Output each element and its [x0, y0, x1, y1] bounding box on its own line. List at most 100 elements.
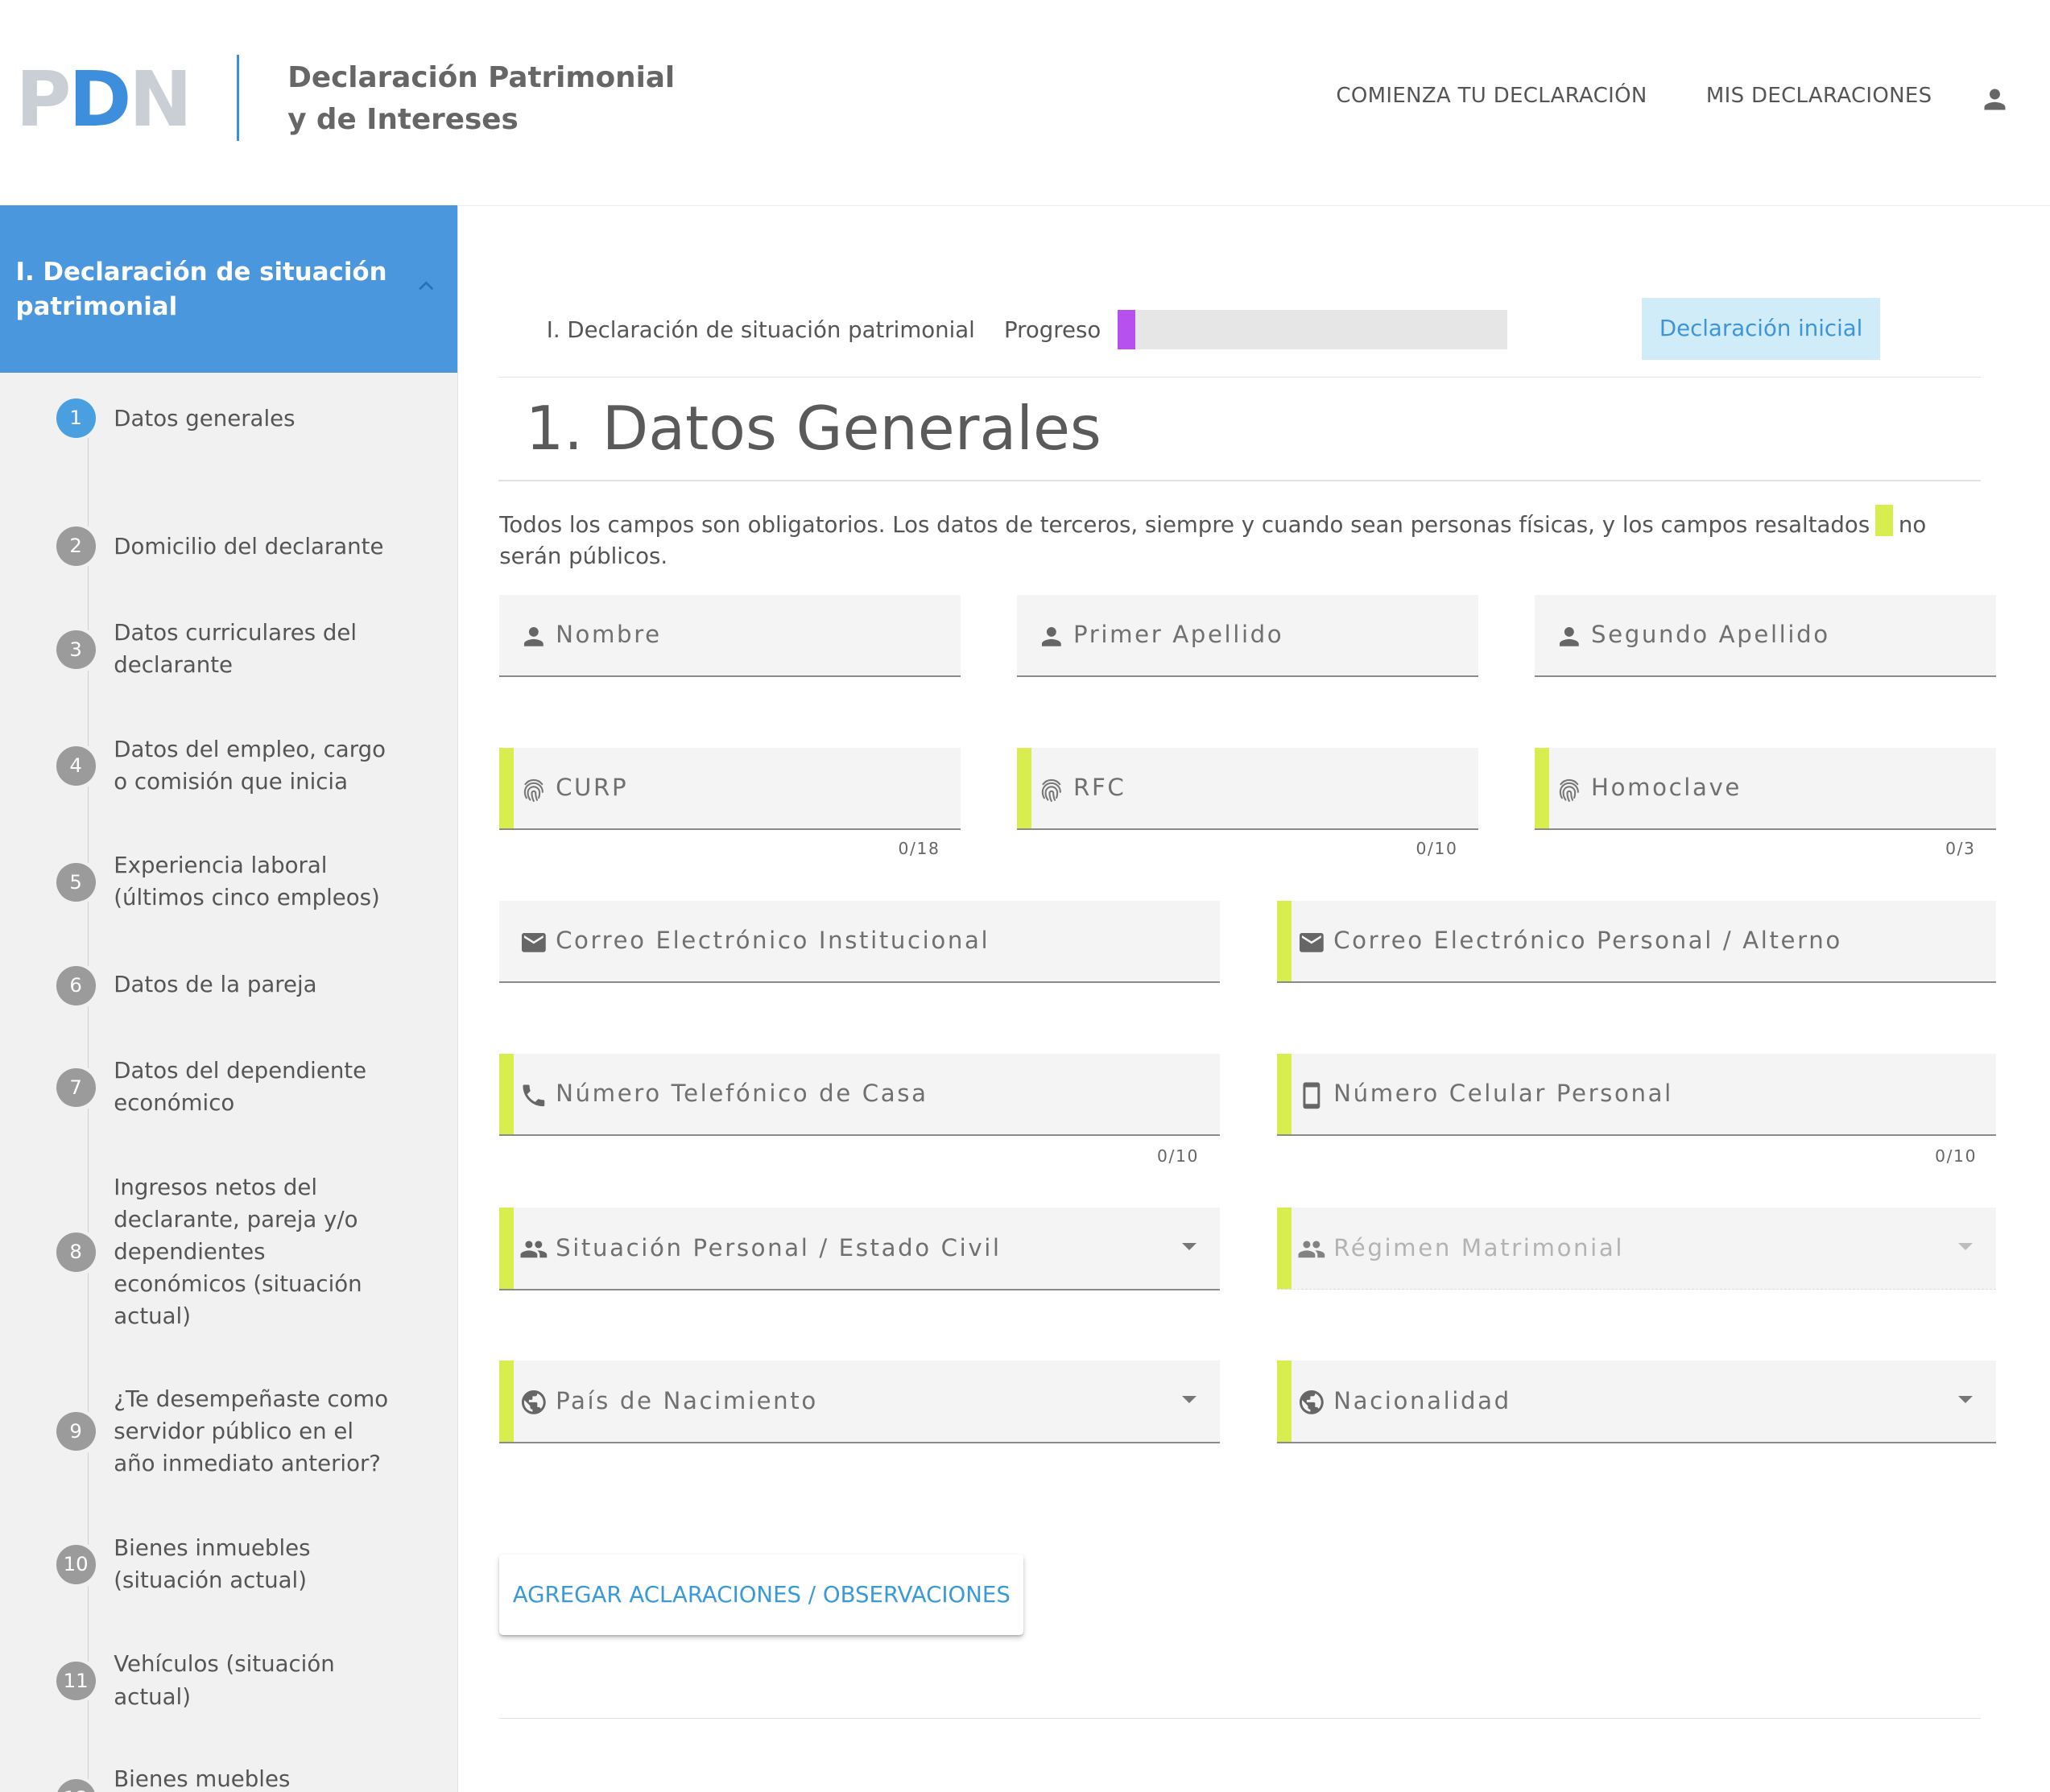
step-label: Datos curriculares del declarante	[114, 619, 358, 679]
step-connector	[87, 1700, 89, 1779]
step-label: Domicilio del declarante	[114, 533, 384, 560]
private-field-marker	[1535, 747, 1550, 829]
people-icon	[1297, 1235, 1326, 1264]
dropdown-arrow-icon	[1958, 1243, 1974, 1250]
telefono-casa-field[interactable]: Número Telefónico de Casa	[499, 1053, 1220, 1137]
fingerprint-icon	[1037, 775, 1066, 804]
field-label: Primer Apellido	[1073, 621, 1284, 649]
nacionalidad-select[interactable]: Nacionalidad	[1277, 1361, 1997, 1443]
people-icon	[519, 1235, 548, 1264]
field-label: Segundo Apellido	[1591, 621, 1830, 649]
sidebar-section-header[interactable]: I. Declaración de situación patrimonial	[0, 204, 458, 373]
logo-divider	[236, 55, 240, 142]
step-connector	[87, 437, 89, 527]
declaration-type-badge: Declaración inicial	[1642, 298, 1880, 360]
person-icon	[519, 622, 548, 651]
step-number: 2	[56, 526, 96, 567]
progress-label: Progreso	[1004, 316, 1101, 343]
step-label: Datos generales	[114, 405, 296, 432]
progress-bar	[1118, 309, 1508, 349]
chevron-up-icon[interactable]	[413, 273, 439, 299]
celular-char-counter: 0/10	[1935, 1146, 1978, 1166]
globe-icon	[519, 1388, 548, 1417]
correo-institucional-field[interactable]: Correo Electrónico Institucional	[499, 900, 1220, 984]
field-label: Correo Electrónico Personal / Alterno	[1333, 927, 1842, 955]
step-label: Experiencia laboral (últimos cinco emple…	[114, 852, 380, 911]
field-label: Régimen Matrimonial	[1333, 1233, 1625, 1261]
field-label: RFC	[1073, 774, 1126, 802]
regimen-matrimonial-select: Régimen Matrimonial	[1277, 1208, 1997, 1290]
smartphone-icon	[1297, 1081, 1326, 1110]
rfc-field[interactable]: RFC	[1017, 747, 1479, 831]
step-number: 4	[56, 746, 96, 786]
step-number: 3	[56, 630, 96, 670]
private-field-marker	[1277, 900, 1292, 982]
step-connector	[87, 1585, 89, 1662]
private-field-marker	[1277, 1361, 1292, 1442]
private-field-marker	[499, 747, 515, 829]
homoclave-char-counter: 0/3	[1945, 839, 1976, 859]
pais-nacimiento-select[interactable]: País de Nacimiento	[499, 1361, 1220, 1443]
field-label: País de Nacimiento	[556, 1386, 818, 1414]
progress-section-label: I. Declaración de situación patrimonial	[546, 316, 975, 343]
field-label: Número Telefónico de Casa	[556, 1080, 928, 1108]
primer-apellido-field[interactable]: Primer Apellido	[1017, 594, 1479, 678]
estado-civil-select[interactable]: Situación Personal / Estado Civil	[499, 1208, 1220, 1290]
private-field-marker	[1277, 1208, 1292, 1289]
private-field-marker	[499, 1361, 515, 1442]
account-icon[interactable]	[1979, 84, 2011, 115]
divider	[498, 1717, 1981, 1720]
correo-personal-field[interactable]: Correo Electrónico Personal / Alterno	[1277, 900, 1997, 984]
pdn-logo[interactable]: PDN	[15, 62, 192, 138]
globe-icon	[1297, 1388, 1326, 1417]
step-number: 10	[56, 1545, 96, 1584]
nombre-field[interactable]: Nombre	[499, 594, 961, 678]
step-number: 5	[56, 862, 96, 902]
celular-field[interactable]: Número Celular Personal	[1277, 1053, 1997, 1137]
step-connector	[87, 1273, 89, 1412]
step-number: 11	[56, 1661, 96, 1701]
field-label: Situación Personal / Estado Civil	[556, 1233, 1002, 1261]
field-label: Homoclave	[1591, 774, 1742, 802]
field-label: CURP	[556, 774, 629, 802]
required-fields-notice: Todos los campos son obligatorios. Los d…	[499, 504, 1990, 572]
dropdown-arrow-icon[interactable]	[1958, 1396, 1974, 1403]
step-label: Bienes inmuebles (situación actual)	[114, 1534, 311, 1594]
brand-title-line2: y de Intereses	[287, 103, 519, 137]
field-label: Nacionalidad	[1333, 1386, 1511, 1414]
step-connector	[87, 902, 89, 966]
private-field-marker	[1017, 747, 1032, 829]
step-label: Bienes muebles	[114, 1765, 291, 1792]
curp-field[interactable]: CURP	[499, 747, 961, 831]
nav-start-declaration[interactable]: COMIENZA TU DECLARACIÓN	[1336, 84, 1647, 108]
fingerprint-icon	[1555, 775, 1584, 804]
phone-icon	[519, 1081, 548, 1110]
private-field-marker	[1277, 1053, 1292, 1135]
dropdown-arrow-icon[interactable]	[1181, 1396, 1197, 1403]
sidebar-section-title: I. Declaración de situación patrimonial	[15, 257, 387, 322]
private-field-marker	[499, 1053, 515, 1135]
step-label: Ingresos netos del declarante, pareja y/…	[114, 1173, 362, 1330]
step-number: 9	[56, 1411, 96, 1451]
step-number: 12	[56, 1778, 96, 1792]
add-notes-button[interactable]: AGREGAR ACLARACIONES / OBSERVACIONES	[499, 1554, 1024, 1636]
step-connector	[87, 1006, 89, 1068]
segundo-apellido-field[interactable]: Segundo Apellido	[1535, 594, 1997, 678]
progress-bar-fill	[1118, 309, 1136, 349]
nav-my-declarations[interactable]: MIS DECLARACIONES	[1706, 84, 1932, 108]
private-field-marker	[499, 1208, 515, 1289]
rfc-char-counter: 0/10	[1416, 839, 1458, 859]
person-icon	[1037, 622, 1066, 651]
step-connector	[87, 787, 89, 863]
step-number: 1	[56, 398, 96, 438]
app-header: PDN Declaración Patrimonial y de Interes…	[0, 0, 2050, 206]
step-connector	[87, 566, 89, 630]
page-title: 1. Datos Generales	[525, 393, 1101, 464]
step-number: 6	[56, 965, 96, 1005]
telefono-char-counter: 0/10	[1156, 1146, 1200, 1166]
notice-text: Todos los campos son obligatorios. Los d…	[499, 511, 1870, 539]
dropdown-arrow-icon[interactable]	[1181, 1243, 1197, 1250]
step-label: Vehículos (situación actual)	[114, 1650, 335, 1710]
homoclave-field[interactable]: Homoclave	[1535, 747, 1997, 831]
fingerprint-icon	[519, 775, 548, 804]
